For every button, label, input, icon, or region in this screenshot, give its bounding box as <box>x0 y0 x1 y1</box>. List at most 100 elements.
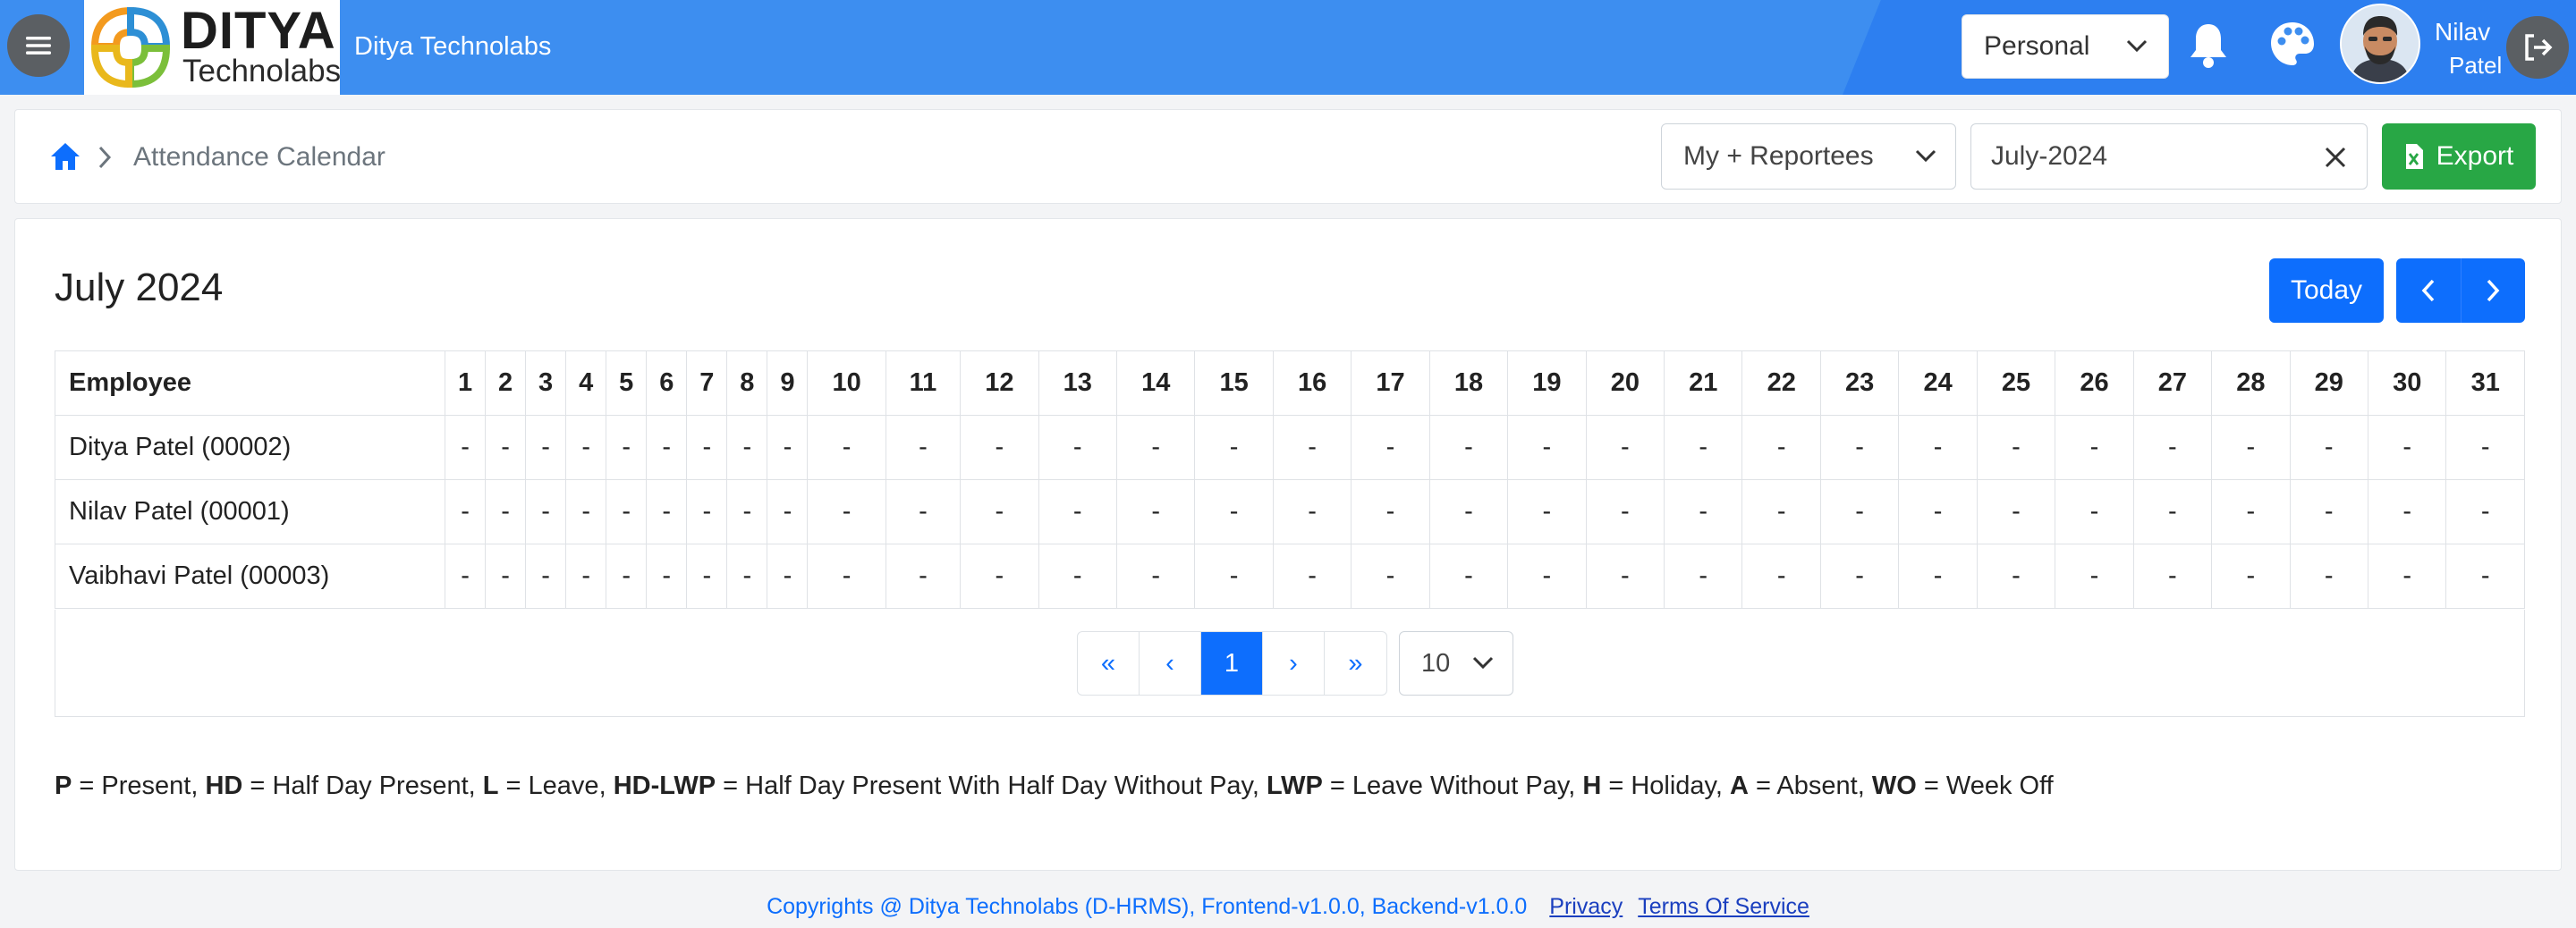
attendance-cell[interactable]: - <box>807 479 886 544</box>
context-select[interactable]: Personal <box>1962 14 2169 79</box>
attendance-cell[interactable]: - <box>1898 479 1978 544</box>
attendance-cell[interactable]: - <box>1272 479 1352 544</box>
attendance-cell[interactable]: - <box>525 544 567 609</box>
close-icon[interactable] <box>2322 144 2349 171</box>
page-1-button[interactable]: 1 <box>1201 632 1263 695</box>
attendance-cell[interactable]: - <box>726 479 768 544</box>
attendance-cell[interactable]: - <box>686 544 728 609</box>
attendance-cell[interactable]: - <box>960 544 1039 609</box>
home-icon[interactable] <box>49 141 81 172</box>
attendance-cell[interactable]: - <box>444 415 487 480</box>
notifications-button[interactable] <box>2188 21 2229 72</box>
attendance-cell[interactable]: - <box>767 479 809 544</box>
attendance-cell[interactable]: - <box>1428 544 1509 609</box>
first-page-button[interactable]: « <box>1078 632 1140 695</box>
attendance-cell[interactable]: - <box>1741 544 1821 609</box>
attendance-cell[interactable]: - <box>1898 544 1978 609</box>
attendance-cell[interactable]: - <box>1585 544 1665 609</box>
attendance-cell[interactable]: - <box>525 415 567 480</box>
prev-month-button[interactable] <box>2396 258 2462 323</box>
attendance-cell[interactable]: - <box>444 544 487 609</box>
attendance-cell[interactable]: - <box>1038 415 1117 480</box>
attendance-cell[interactable]: - <box>1898 415 1978 480</box>
attendance-cell[interactable]: - <box>1351 479 1430 544</box>
attendance-cell[interactable]: - <box>1428 415 1509 480</box>
attendance-cell[interactable]: - <box>2132 544 2213 609</box>
page-size-select[interactable]: 10 <box>1399 631 1513 696</box>
prev-page-button[interactable]: ‹ <box>1140 632 1201 695</box>
company-logo[interactable]: DITYA Technolabs <box>84 0 341 95</box>
attendance-cell[interactable]: - <box>1741 479 1821 544</box>
sidebar-toggle-button[interactable] <box>7 14 70 77</box>
attendance-cell[interactable]: - <box>485 544 527 609</box>
theme-button[interactable] <box>2268 20 2317 72</box>
attendance-cell[interactable]: - <box>2445 479 2525 544</box>
attendance-cell[interactable]: - <box>1272 415 1352 480</box>
logout-button[interactable] <box>2506 16 2569 79</box>
attendance-cell[interactable]: - <box>1115 415 1196 480</box>
attendance-cell[interactable]: - <box>1507 479 1587 544</box>
attendance-cell[interactable]: - <box>1976 544 2056 609</box>
attendance-cell[interactable]: - <box>807 415 886 480</box>
attendance-cell[interactable]: - <box>485 415 527 480</box>
attendance-cell[interactable]: - <box>1038 544 1117 609</box>
attendance-cell[interactable]: - <box>686 479 728 544</box>
attendance-cell[interactable]: - <box>2367 415 2447 480</box>
attendance-cell[interactable]: - <box>646 415 688 480</box>
attendance-cell[interactable]: - <box>1976 415 2056 480</box>
attendance-cell[interactable]: - <box>1038 479 1117 544</box>
attendance-cell[interactable]: - <box>2445 544 2525 609</box>
user-first-name[interactable]: Nilav <box>2435 18 2490 46</box>
attendance-cell[interactable]: - <box>885 544 962 609</box>
attendance-cell[interactable]: - <box>1428 479 1509 544</box>
attendance-cell[interactable]: - <box>767 544 809 609</box>
attendance-cell[interactable]: - <box>2132 415 2213 480</box>
attendance-cell[interactable]: - <box>2367 479 2447 544</box>
attendance-cell[interactable]: - <box>767 415 809 480</box>
attendance-cell[interactable]: - <box>1351 415 1430 480</box>
attendance-cell[interactable]: - <box>1115 479 1196 544</box>
attendance-cell[interactable]: - <box>1194 479 1274 544</box>
attendance-cell[interactable]: - <box>1819 544 1900 609</box>
attendance-cell[interactable]: - <box>1585 415 1665 480</box>
attendance-cell[interactable]: - <box>2055 544 2134 609</box>
scope-select[interactable]: My + Reportees <box>1661 123 1956 190</box>
attendance-cell[interactable]: - <box>1194 415 1274 480</box>
attendance-cell[interactable]: - <box>807 544 886 609</box>
attendance-cell[interactable]: - <box>1741 415 1821 480</box>
attendance-cell[interactable]: - <box>2211 415 2291 480</box>
attendance-cell[interactable]: - <box>2289 544 2368 609</box>
attendance-cell[interactable]: - <box>1272 544 1352 609</box>
attendance-cell[interactable]: - <box>2367 544 2447 609</box>
attendance-cell[interactable]: - <box>565 479 607 544</box>
attendance-cell[interactable]: - <box>606 415 648 480</box>
terms-link[interactable]: Terms Of Service <box>1638 894 1809 919</box>
attendance-cell[interactable]: - <box>1507 415 1587 480</box>
attendance-cell[interactable]: - <box>1194 544 1274 609</box>
attendance-cell[interactable]: - <box>1664 479 1743 544</box>
attendance-cell[interactable]: - <box>565 415 607 480</box>
attendance-cell[interactable]: - <box>1819 415 1900 480</box>
attendance-cell[interactable]: - <box>646 544 688 609</box>
attendance-cell[interactable]: - <box>885 415 962 480</box>
attendance-cell[interactable]: - <box>606 544 648 609</box>
attendance-cell[interactable]: - <box>2289 479 2368 544</box>
attendance-cell[interactable]: - <box>1351 544 1430 609</box>
attendance-cell[interactable]: - <box>525 479 567 544</box>
next-page-button[interactable]: › <box>1263 632 1325 695</box>
attendance-cell[interactable]: - <box>1507 544 1587 609</box>
next-month-button[interactable] <box>2462 258 2526 323</box>
last-page-button[interactable]: » <box>1325 632 1386 695</box>
user-avatar[interactable] <box>2340 4 2420 84</box>
attendance-cell[interactable]: - <box>726 544 768 609</box>
attendance-cell[interactable]: - <box>686 415 728 480</box>
privacy-link[interactable]: Privacy <box>1549 894 1623 919</box>
attendance-cell[interactable]: - <box>485 479 527 544</box>
attendance-cell[interactable]: - <box>726 415 768 480</box>
attendance-cell[interactable]: - <box>2055 479 2134 544</box>
attendance-cell[interactable]: - <box>565 544 607 609</box>
attendance-cell[interactable]: - <box>606 479 648 544</box>
month-picker-input[interactable]: July-2024 <box>1970 123 2368 190</box>
export-button[interactable]: Export <box>2382 123 2536 190</box>
user-last-name[interactable]: Patel <box>2449 52 2502 80</box>
